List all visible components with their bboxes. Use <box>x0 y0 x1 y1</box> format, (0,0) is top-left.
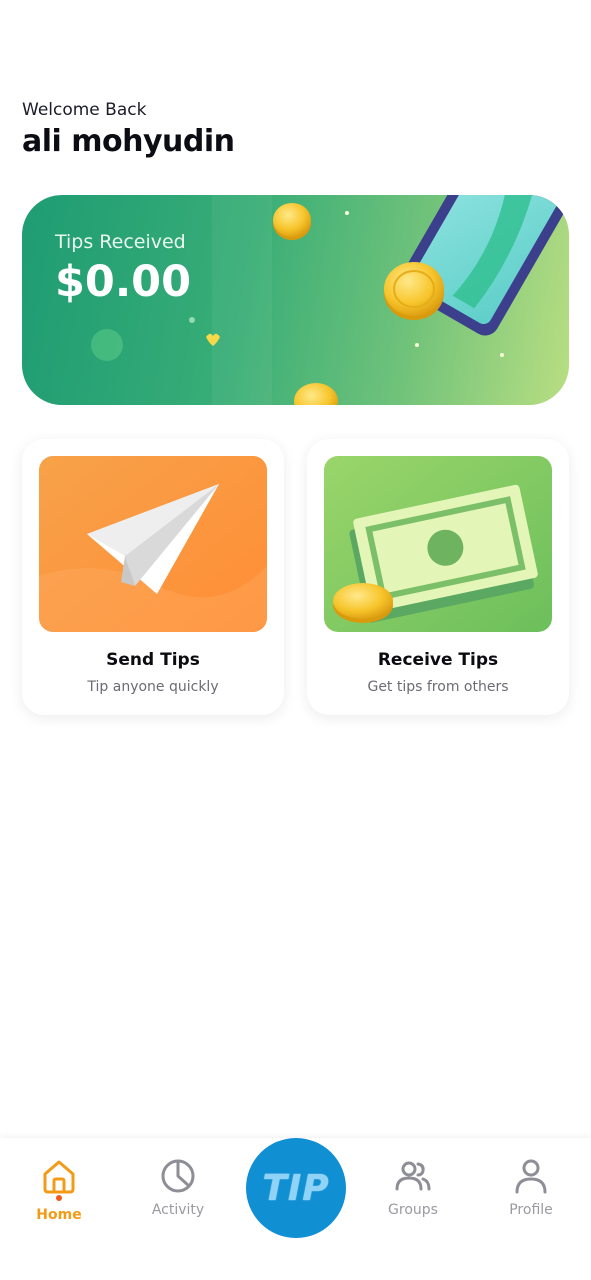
nav-profile[interactable]: Profile <box>476 1138 586 1248</box>
home-icon <box>43 1160 75 1194</box>
tip-button-label: TIP <box>262 1167 330 1209</box>
user-icon <box>515 1159 547 1194</box>
username-title: ali mohyudin <box>22 124 235 159</box>
money-bill-icon <box>324 456 552 632</box>
greeting-text: Welcome Back <box>22 100 147 120</box>
nav-home[interactable]: Home <box>4 1138 114 1248</box>
paper-plane-icon <box>39 456 267 632</box>
users-icon <box>395 1161 431 1191</box>
receive-tips-subtitle: Get tips from others <box>367 679 509 695</box>
tips-received-label: Tips Received <box>55 231 186 253</box>
nav-profile-label: Profile <box>509 1202 553 1218</box>
receive-tips-card[interactable]: Receive Tips Get tips from others <box>307 439 569 715</box>
nav-groups-label: Groups <box>388 1202 438 1218</box>
nav-home-label: Home <box>36 1207 82 1223</box>
send-tips-title: Send Tips <box>106 650 200 670</box>
tips-received-card[interactable]: Tips Received $0.00 <box>22 195 569 405</box>
nav-activity-label: Activity <box>151 1202 205 1218</box>
nav-activity[interactable]: Activity <box>123 1138 233 1248</box>
active-indicator-dot <box>56 1195 62 1201</box>
tip-action-button[interactable]: TIP <box>246 1138 346 1238</box>
tips-received-amount: $0.00 <box>55 257 192 307</box>
receive-tips-title: Receive Tips <box>377 650 499 670</box>
send-tips-subtitle: Tip anyone quickly <box>87 679 219 695</box>
nav-groups[interactable]: Groups <box>358 1138 468 1248</box>
send-tips-card[interactable]: Send Tips Tip anyone quickly <box>22 439 284 715</box>
pie-chart-icon <box>161 1159 195 1193</box>
